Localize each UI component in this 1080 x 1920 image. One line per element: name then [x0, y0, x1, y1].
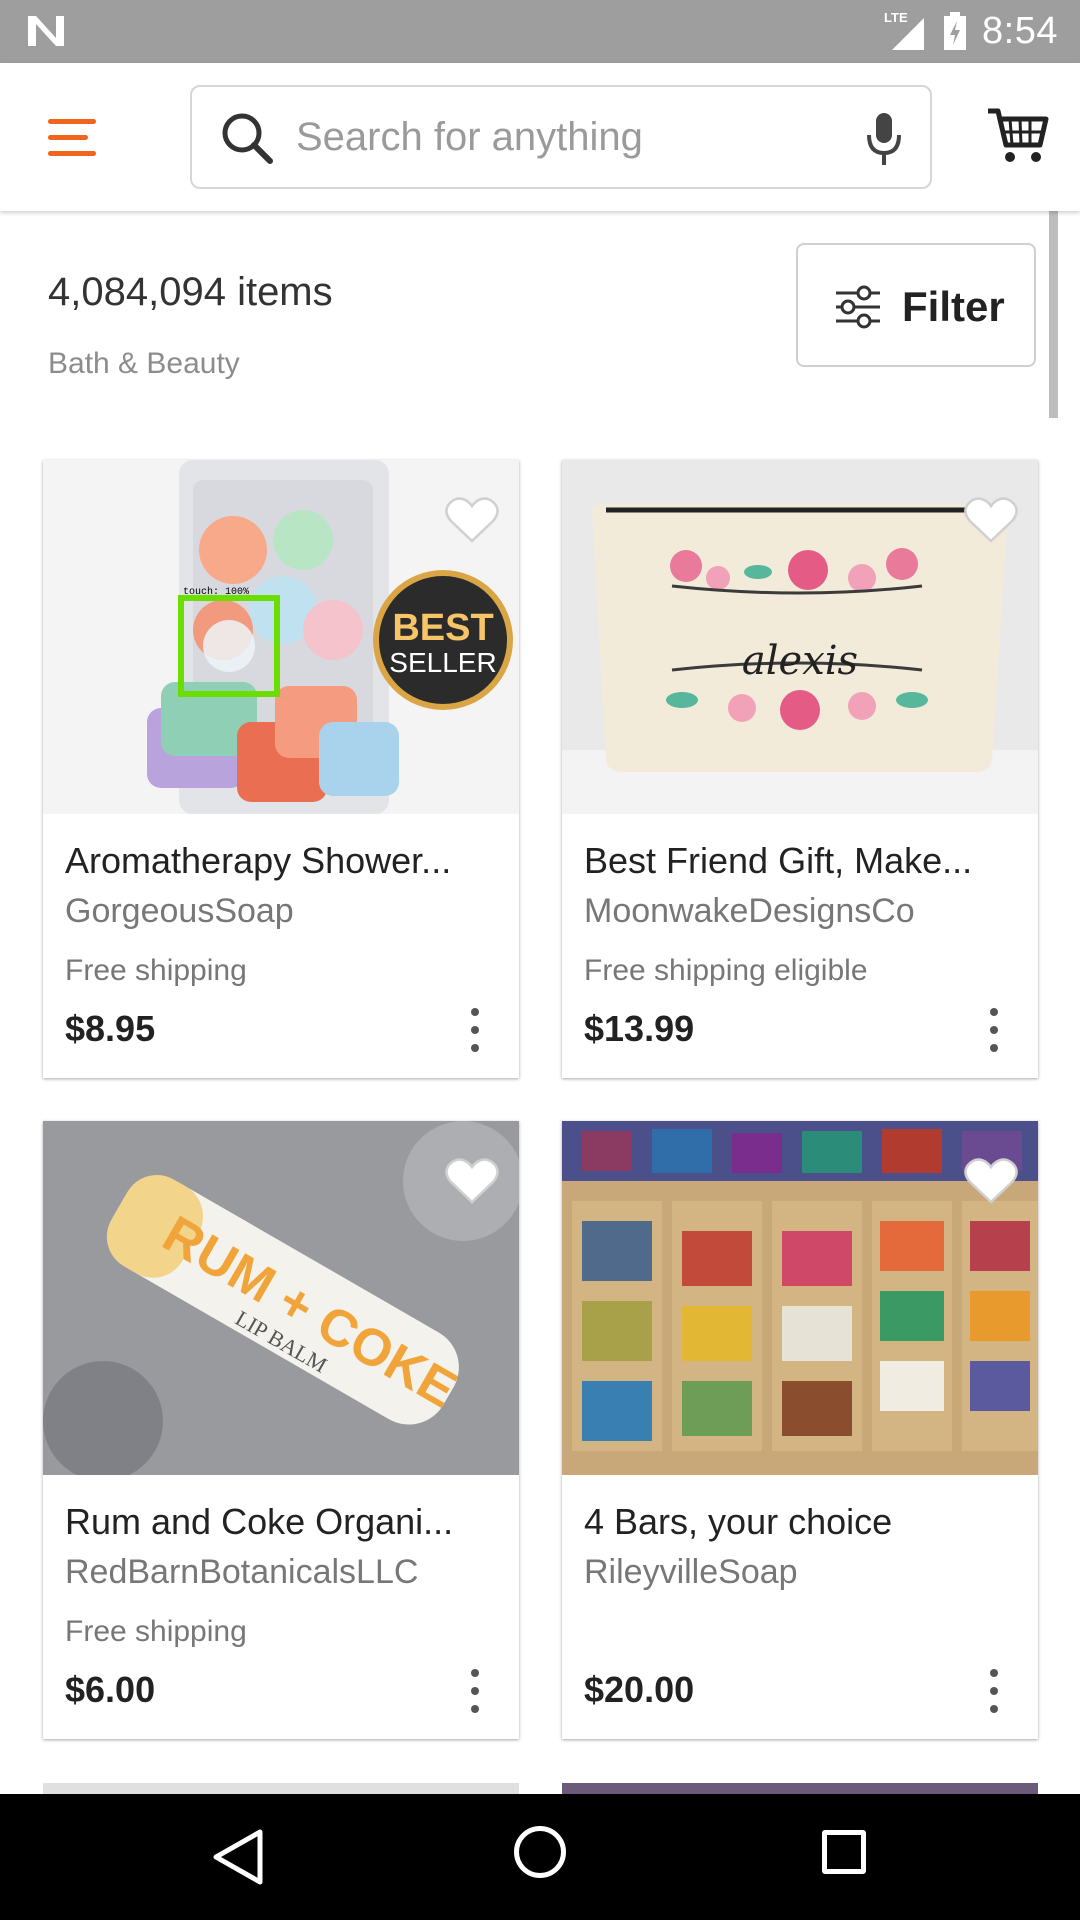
product-title[interactable]: Aromatherapy Shower... [65, 840, 505, 882]
results-count: 4,084,094 items [48, 270, 333, 314]
clock: 8:54 [982, 10, 1058, 52]
price: $20.00 [584, 1669, 695, 1710]
navigation-bar [0, 1794, 1080, 1920]
shop-name[interactable]: MoonwakeDesignsCo [584, 892, 915, 931]
back-icon[interactable] [208, 1826, 268, 1888]
product-card[interactable]: 4 Bars, your choice RileyvilleSoap $20.0… [562, 1121, 1038, 1739]
search-placeholder: Search for anything [296, 115, 643, 159]
scrollbar[interactable] [1049, 211, 1058, 418]
product-title[interactable]: Best Friend Gift, Make... [584, 840, 1024, 882]
search-input[interactable]: Search for anything [190, 85, 932, 189]
signal-icon: LTE [880, 10, 928, 52]
price: $8.95 [65, 1008, 156, 1049]
heart-icon[interactable] [443, 494, 501, 546]
shipping-info: Free shipping [65, 1615, 247, 1648]
product-title[interactable]: Rum and Coke Organi... [65, 1501, 505, 1543]
shipping-info: Free shipping [65, 954, 247, 987]
heart-icon[interactable] [443, 1155, 501, 1207]
heart-icon[interactable] [962, 1155, 1020, 1207]
notification-n-icon [28, 16, 64, 46]
svg-text:BEST: BEST [392, 607, 493, 649]
category-label: Bath & Beauty [48, 347, 240, 380]
battery-charging-icon [944, 11, 967, 50]
shop-name[interactable]: GorgeousSoap [65, 892, 294, 931]
shipping-info: Free shipping eligible [584, 954, 868, 987]
shop-name[interactable]: RedBarnBotanicalsLLC [65, 1553, 418, 1592]
menu-icon [48, 119, 96, 124]
recents-icon[interactable] [822, 1830, 866, 1874]
cart-icon[interactable] [986, 103, 1050, 167]
product-card[interactable]: RUM + COKE LIP BALM Rum and Coke Organi.… [43, 1121, 519, 1739]
status-bar: LTE 8:54 [0, 0, 1080, 63]
app-bar: Search for anything [0, 63, 1080, 211]
product-card[interactable]: BEST SELLER touch: 100% Aromatherapy Sho… [43, 460, 519, 1078]
more-vert-icon[interactable] [988, 1008, 1000, 1052]
price: $6.00 [65, 1669, 156, 1710]
search-icon [222, 113, 273, 164]
product-card[interactable]: alexis Best Friend Gift, Make... Moonwak… [562, 460, 1038, 1078]
filter-button[interactable]: Filter [796, 243, 1036, 367]
filter-label: Filter [902, 283, 1005, 330]
mic-icon[interactable] [864, 111, 904, 167]
filter-icon [836, 285, 880, 329]
heart-icon[interactable] [962, 494, 1020, 546]
svg-text:touch: 100%: touch: 100% [183, 586, 249, 598]
more-vert-icon[interactable] [469, 1008, 481, 1052]
shop-name[interactable]: RileyvilleSoap [584, 1553, 798, 1592]
menu-button[interactable] [40, 109, 104, 165]
svg-text:alexis: alexis [742, 638, 858, 684]
home-icon[interactable] [514, 1826, 566, 1878]
price: $13.99 [584, 1008, 695, 1049]
svg-text:SELLER: SELLER [389, 647, 496, 678]
more-vert-icon[interactable] [469, 1669, 481, 1713]
more-vert-icon[interactable] [988, 1669, 1000, 1713]
product-title[interactable]: 4 Bars, your choice [584, 1501, 1024, 1543]
